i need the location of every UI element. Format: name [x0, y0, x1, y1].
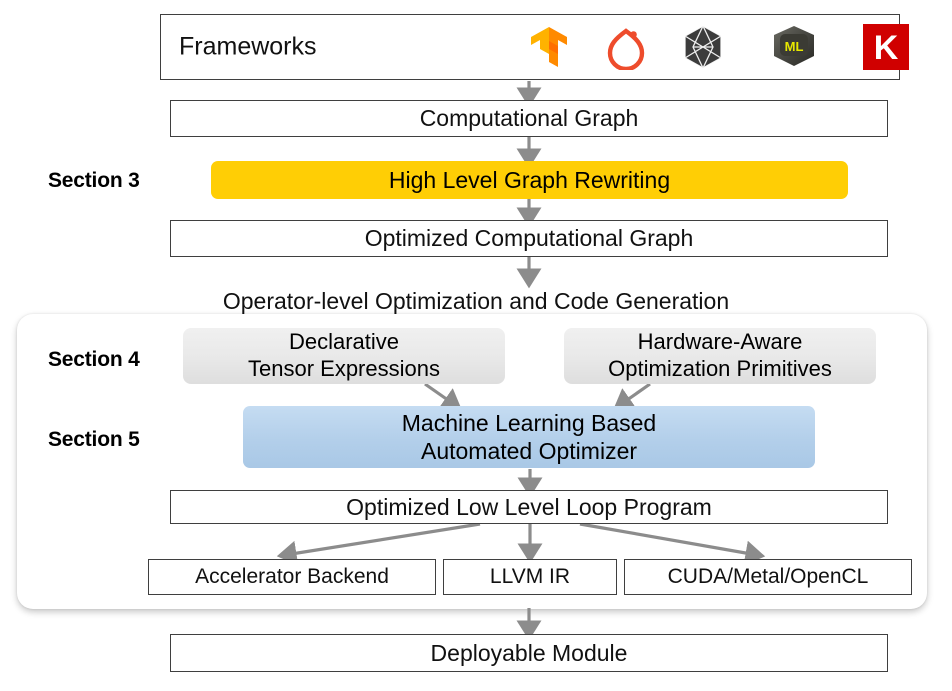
hardware-aware-primitives-line1: Hardware-Aware [637, 329, 803, 355]
mathematica-icon: m [948, 21, 952, 73]
high-level-graph-rewriting-box: High Level Graph Rewriting [211, 161, 848, 199]
cuda-metal-opencl-label: CUDA/Metal/OpenCL [667, 565, 869, 589]
llvm-ir-box: LLVM IR [443, 559, 617, 595]
hardware-aware-optimization-primitives-box: Hardware-Aware Optimization Primitives [564, 328, 876, 384]
deployable-module-box: Deployable Module [170, 634, 888, 672]
accelerator-backend-box: Accelerator Backend [148, 559, 436, 595]
pytorch-icon [598, 21, 654, 73]
optimized-low-level-loop-program-box: Optimized Low Level Loop Program [170, 490, 888, 524]
ml-optimizer-line1: Machine Learning Based [401, 409, 657, 436]
diagram-canvas: Frameworks ML K Computational Graph Sect… [0, 0, 952, 691]
optimized-computational-graph-label: Optimized Computational Graph [364, 225, 694, 252]
frameworks-label: Frameworks [179, 32, 317, 61]
mxnet-icon [675, 21, 731, 73]
deployable-module-label: Deployable Module [430, 639, 628, 666]
optimized-low-level-loop-program-label: Optimized Low Level Loop Program [346, 493, 712, 520]
hardware-aware-primitives-line2: Optimization Primitives [608, 356, 832, 381]
section-3-label: Section 3 [48, 169, 140, 192]
ml-optimizer-line2: Automated Optimizer [420, 438, 638, 464]
llvm-ir-label: LLVM IR [489, 565, 571, 589]
optimized-computational-graph-box: Optimized Computational Graph [170, 220, 888, 257]
tensorflow-icon [521, 21, 577, 73]
computational-graph-label: Computational Graph [419, 105, 639, 132]
high-level-graph-rewriting-label: High Level Graph Rewriting [388, 166, 671, 193]
section-4-label: Section 4 [48, 348, 140, 371]
coreml-icon: ML [766, 21, 822, 73]
cuda-metal-opencl-box: CUDA/Metal/OpenCL [624, 559, 912, 595]
frameworks-box: Frameworks ML K [160, 14, 909, 80]
operator-level-caption: Operator-level Optimization and Code Gen… [222, 288, 730, 314]
svg-text:ML: ML [785, 39, 804, 54]
svg-text:K: K [874, 29, 899, 67]
computational-graph-box: Computational Graph [170, 100, 888, 137]
accelerator-backend-label: Accelerator Backend [195, 565, 389, 589]
keras-icon: K [858, 21, 914, 73]
declarative-tensor-expressions-line1: Declarative [288, 329, 400, 355]
section-5-label: Section 5 [48, 428, 140, 451]
declarative-tensor-expressions-box: Declarative Tensor Expressions [183, 328, 505, 384]
ml-based-automated-optimizer-box: Machine Learning Based Automated Optimiz… [243, 406, 815, 468]
declarative-tensor-expressions-line2: Tensor Expressions [248, 356, 440, 381]
